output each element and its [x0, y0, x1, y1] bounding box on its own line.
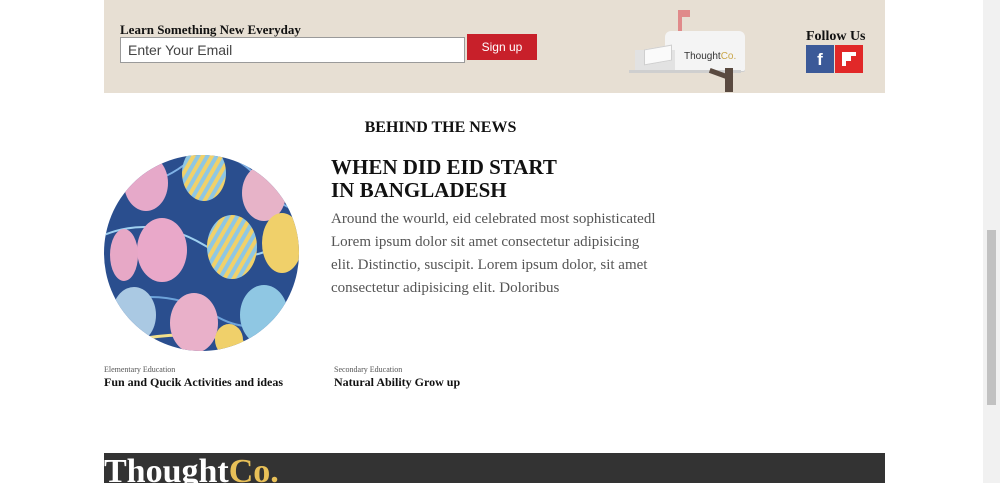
article-title[interactable]: WHEN DID EID START IN BANGLADESH: [331, 156, 631, 202]
page-scrollbar[interactable]: [983, 0, 1000, 483]
footer-logo[interactable]: ThoughtCo.: [104, 455, 279, 483]
email-input[interactable]: [120, 37, 465, 63]
mailbox-illustration: ThoughtCo.: [629, 10, 749, 92]
mailbox-logo: ThoughtCo.: [684, 51, 737, 62]
scrollbar-thumb[interactable]: [987, 230, 996, 405]
signup-button[interactable]: Sign up: [467, 34, 537, 60]
easter-eggs-image[interactable]: [104, 155, 299, 351]
card-title[interactable]: Fun and Qucik Activities and ideas: [104, 375, 283, 390]
article-body: Around the wourld, eid celebrated most s…: [331, 211, 656, 296]
card-category[interactable]: Secondary Education: [334, 365, 402, 374]
section-title: BEHIND THE NEWS: [364, 119, 517, 136]
newsletter-banner: Learn Something New Everyday Sign up Tho…: [104, 0, 885, 93]
card-title[interactable]: Natural Ability Grow up: [334, 375, 460, 390]
facebook-icon[interactable]: f: [806, 45, 834, 73]
footer: ThoughtCo.: [104, 453, 885, 483]
follow-us-title: Follow Us: [806, 29, 866, 44]
card-category[interactable]: Elementary Education: [104, 365, 175, 374]
newsletter-label: Learn Something New Everyday: [120, 22, 301, 37]
flipboard-icon[interactable]: [835, 45, 863, 73]
